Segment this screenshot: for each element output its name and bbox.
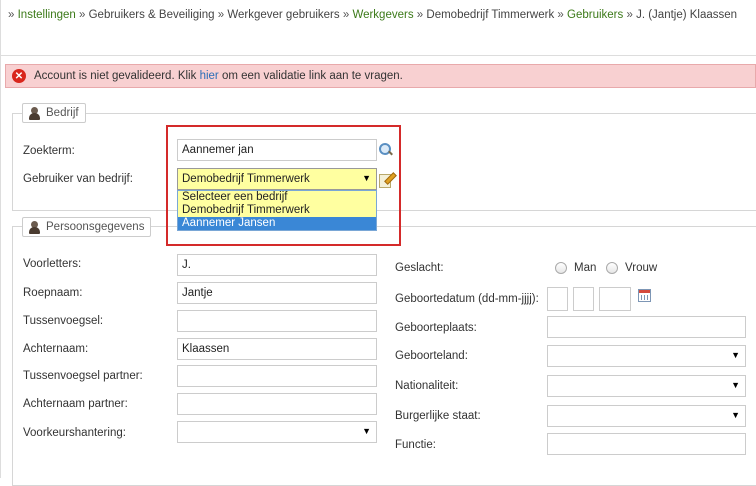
geslacht-label: Geslacht: — [395, 262, 444, 274]
persoonsgegevens-legend-label: Persoonsgegevens — [46, 221, 145, 233]
chevron-down-icon: ▼ — [731, 410, 740, 420]
nationaliteit-label: Nationaliteit: — [395, 380, 459, 392]
roepnaam-label: Roepnaam: — [23, 287, 83, 299]
bedrijf-legend: Bedrijf — [22, 103, 86, 123]
tussenvoegsel-input[interactable] — [177, 310, 377, 332]
breadcrumb-item-werkgevers[interactable]: Werkgevers — [352, 9, 413, 21]
validation-link[interactable]: hier — [200, 70, 219, 82]
user-icon — [28, 220, 41, 234]
birthdate-month-input[interactable] — [573, 287, 594, 311]
gender-radio-man[interactable] — [555, 262, 567, 274]
breadcrumb-separator: » — [416, 9, 424, 21]
functie-label: Functie: — [395, 439, 436, 451]
breadcrumb-separator: » — [342, 9, 350, 21]
chevron-down-icon: ▼ — [731, 350, 740, 360]
voorkeurshantering-label: Voorkeurshantering: — [23, 427, 126, 439]
birthdate-year-input[interactable] — [599, 287, 631, 311]
alert-text-after: om een validatie link aan te vragen. — [218, 70, 403, 82]
annotation-highlight-box — [166, 125, 401, 246]
persoonsgegevens-legend: Persoonsgegevens — [22, 217, 152, 237]
achternaam-label: Achternaam: — [23, 343, 89, 355]
gebruiker-van-bedrijf-label: Gebruiker van bedrijf: — [23, 173, 133, 185]
breadcrumb-item-werkgever-gebruikers: Werkgever gebruikers — [227, 9, 340, 21]
gender-vrouw-label: Vrouw — [625, 262, 658, 274]
breadcrumb-divider — [0, 55, 756, 56]
burgerlijke-staat-label: Burgerlijke staat: — [395, 410, 481, 422]
breadcrumb-separator: » — [557, 9, 564, 21]
voorletters-label: Voorletters: — [23, 258, 82, 270]
tussenvoegsel-label: Tussenvoegsel: — [23, 315, 104, 327]
breadcrumb-item-demobedrijf: Demobedrijf Timmerwerk — [426, 9, 555, 21]
zoekterm-label: Zoekterm: — [23, 145, 75, 157]
chevron-down-icon: ▼ — [731, 380, 740, 390]
breadcrumb-separator: » — [79, 9, 86, 21]
breadcrumb-item-gebruikers-beveiliging: Gebruikers & Beveiliging — [88, 9, 215, 21]
breadcrumb-separator: » — [626, 9, 633, 21]
voorletters-input[interactable] — [177, 254, 377, 276]
birthcountry-select[interactable]: ▼ — [547, 345, 746, 367]
alert-text-before: Account is niet gevalideerd. Klik — [34, 70, 200, 82]
geboorteland-label: Geboorteland: — [395, 350, 468, 362]
chevron-down-icon: ▼ — [362, 426, 371, 436]
geboortedatum-label: Geboortedatum (dd-mm-jjjj): — [395, 293, 539, 305]
calendar-icon[interactable] — [638, 289, 651, 302]
function-input[interactable] — [547, 433, 746, 455]
birthplace-input[interactable] — [547, 316, 746, 338]
breadcrumb-separator: » — [8, 9, 15, 21]
breadcrumb-separator: » — [217, 9, 225, 21]
geboorteplaats-label: Geboorteplaats: — [395, 322, 477, 334]
breadcrumb-item-current-user: J. (Jantje) Klaassen — [636, 9, 738, 21]
achternaam-input[interactable] — [177, 338, 377, 360]
breadcrumb-item-gebruikers[interactable]: Gebruikers — [567, 9, 623, 21]
gender-man-label: Man — [574, 262, 597, 274]
nationality-select[interactable]: ▼ — [547, 375, 746, 397]
roepnaam-input[interactable] — [177, 282, 377, 304]
page-left-border — [0, 0, 1, 478]
error-icon: ✕ — [12, 69, 26, 83]
achternaam-partner-label: Achternaam partner: — [23, 398, 128, 410]
marital-status-select[interactable]: ▼ — [547, 405, 746, 427]
voorkeurshantering-select[interactable]: ▼ — [177, 421, 377, 443]
user-icon — [28, 106, 41, 120]
breadcrumb-item-instellingen[interactable]: Instellingen — [18, 9, 76, 21]
achternaam-partner-input[interactable] — [177, 393, 377, 415]
gender-radio-vrouw[interactable] — [606, 262, 618, 274]
validation-alert: ✕ Account is niet gevalideerd. Klik hier… — [5, 64, 756, 88]
tussenvoegsel-partner-label: Tussenvoegsel partner: — [23, 370, 143, 382]
birthdate-day-input[interactable] — [547, 287, 568, 311]
tussenvoegsel-partner-input[interactable] — [177, 365, 377, 387]
bedrijf-legend-label: Bedrijf — [46, 107, 79, 119]
breadcrumb: » Instellingen » Gebruikers & Beveiligin… — [8, 9, 737, 21]
